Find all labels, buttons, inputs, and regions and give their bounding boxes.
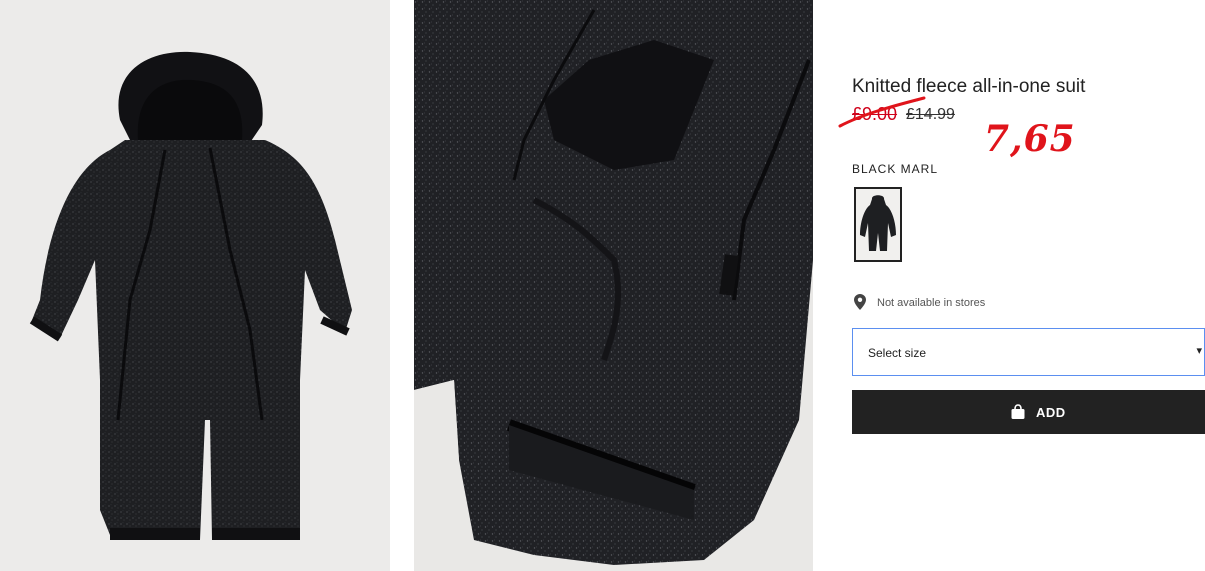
size-select-placeholder: Select size — [868, 346, 927, 360]
availability-text: Not available in stores — [877, 297, 986, 309]
add-to-bag-button[interactable]: ADD — [852, 390, 1205, 434]
add-button-label: ADD — [1036, 405, 1066, 420]
size-select[interactable]: Select size ▾ — [852, 328, 1205, 376]
color-name: BLACK MARL — [852, 162, 939, 176]
product-photo-front[interactable] — [0, 0, 390, 571]
swatch-thumbnail — [860, 195, 896, 251]
handwritten-price-annotation: 7,65 — [984, 118, 1076, 160]
shopping-bag-icon — [1011, 404, 1025, 419]
romper-front-illustration — [29, 51, 352, 540]
price-strike-annotation — [838, 96, 926, 128]
romper-detail-illustration — [414, 0, 813, 565]
product-info-panel: Knitted fleece all-in-one suit £9.00 £14… — [838, 0, 1205, 571]
chevron-down-icon: ▾ — [1196, 345, 1202, 357]
color-swatch-black-marl[interactable] — [854, 187, 902, 262]
product-photo-detail[interactable] — [414, 0, 813, 571]
location-pin-icon — [854, 294, 866, 310]
